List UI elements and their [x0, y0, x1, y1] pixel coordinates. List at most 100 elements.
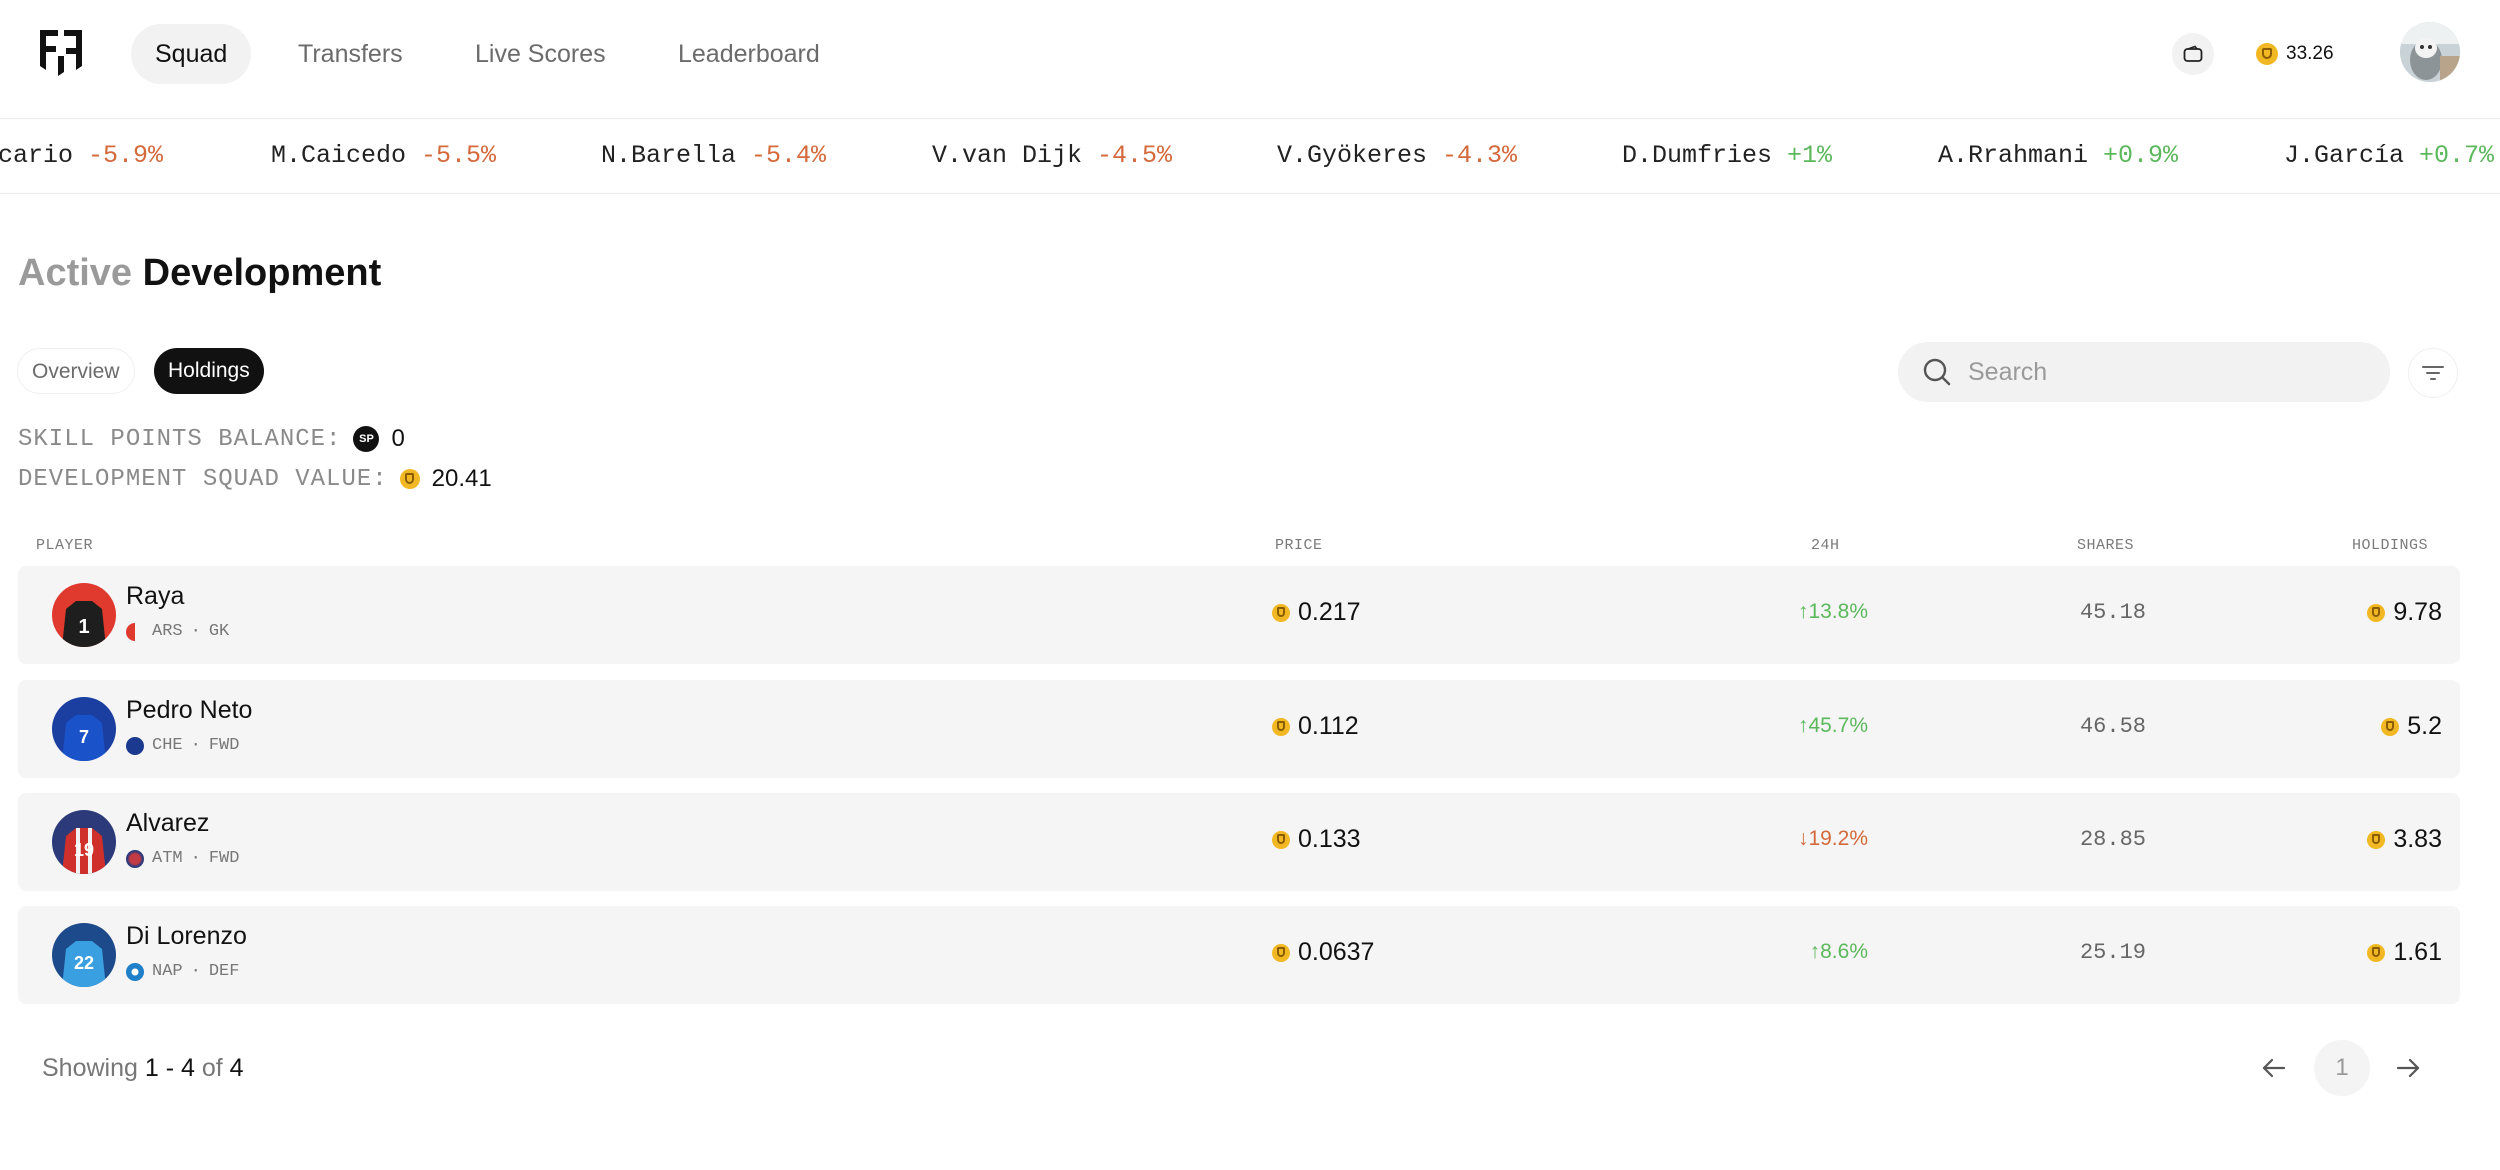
- coin-icon: [2256, 43, 2278, 65]
- showing-of: of: [194, 1054, 230, 1082]
- player-position: FWD: [208, 849, 240, 868]
- club-code: CHE: [152, 736, 183, 755]
- ticker-item[interactable]: V.Gyökeres -4.3%: [1277, 141, 1517, 170]
- page-title: Active Development: [18, 252, 381, 295]
- top-header: Squad Transfers Live Scores Leaderboard …: [0, 0, 2500, 118]
- skill-points-icon: SP: [353, 426, 380, 452]
- player-photo: 22: [52, 923, 116, 987]
- filter-button[interactable]: [2408, 348, 2458, 398]
- nav-tab-transfers[interactable]: Transfers: [274, 24, 427, 84]
- player-name[interactable]: Pedro Neto: [126, 696, 252, 725]
- coin-icon: [2367, 830, 2386, 849]
- holdings-amount: 9.78: [2393, 598, 2442, 626]
- pagination-summary: Showing 1 - 4 of 4: [42, 1054, 244, 1083]
- player-price: 0.112: [1272, 712, 1359, 741]
- avatar-image: [2400, 22, 2460, 82]
- ticker-item[interactable]: N.Barella -5.4%: [601, 141, 826, 170]
- page-number-current[interactable]: 1: [2314, 1040, 2370, 1096]
- club-badge-icon: [126, 736, 144, 755]
- showing-range: 1 - 4: [144, 1054, 195, 1082]
- kit-number: 7: [79, 727, 89, 747]
- column-header-24h[interactable]: 24H: [1811, 537, 1840, 554]
- coin-balance[interactable]: 33.26: [2256, 38, 2334, 70]
- player-photo: 1: [52, 583, 116, 647]
- holdings-amount: 5.2: [2407, 712, 2442, 740]
- player-photo: 19: [52, 810, 116, 874]
- tab-overview[interactable]: Overview: [17, 348, 135, 394]
- table-row[interactable]: 22 Di Lorenzo NAP · DEF 0.0637 ↑8.6% 25.19…: [18, 906, 2460, 1004]
- search-box[interactable]: [1898, 342, 2390, 402]
- tab-holdings[interactable]: Holdings: [154, 348, 264, 394]
- price-value: 0.112: [1298, 712, 1359, 740]
- player-position: GK: [208, 622, 230, 641]
- ticker-item[interactable]: M.Caicedo -5.5%: [271, 141, 496, 170]
- club-code: NAP: [152, 962, 183, 981]
- holdings-value: 1.61: [2367, 938, 2442, 967]
- player-name[interactable]: Di Lorenzo: [126, 922, 247, 951]
- squad-value: 20.41: [431, 465, 492, 492]
- coin-icon: [2367, 943, 2386, 962]
- player-price: 0.217: [1272, 598, 1361, 627]
- search-input[interactable]: [1968, 357, 2348, 387]
- club-code: ARS: [152, 622, 183, 641]
- ticker-item[interactable]: J.García +0.7%: [2284, 141, 2494, 170]
- table-row[interactable]: 1 Raya ARS · GK 0.217 ↑13.8% 45.18 9.78: [18, 566, 2460, 664]
- holdings-value: 3.83: [2367, 825, 2442, 854]
- wallet-icon: [2183, 45, 2203, 62]
- arrow-left-icon: [2262, 1058, 2286, 1078]
- player-meta: ARS · GK: [126, 622, 229, 641]
- coin-icon: [1272, 943, 1290, 962]
- showing-prefix: Showing: [42, 1054, 145, 1082]
- avatar[interactable]: [2400, 22, 2460, 82]
- player-price: 0.0637: [1272, 938, 1374, 967]
- nav-tab-live-scores[interactable]: Live Scores: [451, 24, 630, 84]
- price-value: 0.0637: [1298, 938, 1375, 966]
- column-header-shares[interactable]: SHARES: [2077, 537, 2134, 554]
- column-header-holdings[interactable]: HOLDINGS: [2352, 537, 2428, 554]
- player-name[interactable]: Alvarez: [126, 809, 209, 838]
- coin-icon: [2367, 603, 2386, 622]
- next-page-button[interactable]: [2386, 1040, 2430, 1096]
- table-row[interactable]: 7 Pedro Neto CHE · FWD 0.112 ↑45.7% 46.58 …: [18, 680, 2460, 778]
- player-name[interactable]: Raya: [126, 582, 184, 611]
- skill-points-value: 0: [391, 425, 405, 452]
- search-icon: [1923, 358, 1951, 386]
- skill-points-label: SKILL POINTS BALANCE:: [18, 425, 342, 453]
- column-header-player[interactable]: PLAYER: [36, 537, 93, 554]
- ticker-item[interactable]: cario -5.9%: [0, 141, 163, 170]
- ticker-item[interactable]: A.Rrahmani +0.9%: [1938, 141, 2178, 170]
- price-change-24h: ↑13.8%: [1797, 600, 1868, 623]
- kit-number: 22: [74, 953, 94, 973]
- price-value: 0.217: [1298, 598, 1361, 626]
- coin-icon: [1272, 603, 1290, 622]
- ticker-item[interactable]: V.van Dijk -4.5%: [932, 141, 1172, 170]
- showing-total: 4: [229, 1054, 244, 1082]
- holdings-value: 9.78: [2367, 598, 2442, 627]
- kit-number: 1: [78, 616, 89, 638]
- filter-icon: [2422, 366, 2444, 380]
- table-row[interactable]: 19 Alvarez ATM · FWD 0.133 ↓19.2% 28.85 3.…: [18, 793, 2460, 891]
- shares-value: 25.19: [2079, 940, 2146, 965]
- prev-page-button[interactable]: [2252, 1040, 2296, 1096]
- club-badge-icon: [126, 849, 144, 868]
- club-badge-icon: [126, 622, 144, 641]
- holdings-amount: 3.83: [2393, 825, 2442, 853]
- nav-tab-squad[interactable]: Squad: [131, 24, 252, 84]
- coin-balance-value: 33.26: [2286, 43, 2334, 64]
- logo-icon[interactable]: [38, 26, 84, 78]
- holdings-value: 5.2: [2381, 712, 2442, 741]
- skill-points-balance: SKILL POINTS BALANCE: SP 0: [18, 422, 405, 456]
- price-ticker: cario -5.9% M.Caicedo -5.5% N.Barella -5…: [0, 118, 2500, 194]
- wallet-button[interactable]: [2172, 33, 2214, 75]
- ticker-item[interactable]: D.Dumfries +1%: [1622, 141, 1832, 170]
- development-squad-value: DEVELOPMENT SQUAD VALUE: 20.41: [18, 462, 492, 496]
- column-header-price[interactable]: PRICE: [1275, 537, 1323, 554]
- holdings-amount: 1.61: [2393, 938, 2442, 966]
- nav-tab-leaderboard[interactable]: Leaderboard: [654, 24, 844, 84]
- price-change-24h: ↓19.2%: [1797, 827, 1868, 850]
- squad-value-label: DEVELOPMENT SQUAD VALUE:: [18, 465, 388, 493]
- club-code: ATM: [152, 849, 183, 868]
- player-photo: 7: [52, 697, 116, 761]
- coin-icon: [2381, 717, 2400, 736]
- club-badge-icon: [126, 962, 144, 981]
